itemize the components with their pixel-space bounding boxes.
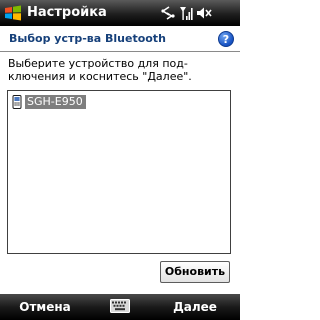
screen: Настройка Выбор устр-ва Bluetooth ? Выбе… — [0, 0, 240, 320]
page-header: Выбор устр-ва Bluetooth ? — [0, 26, 240, 52]
device-list[interactable]: SGH-E950 — [7, 90, 231, 254]
app-title: Настройка — [27, 5, 107, 20]
phone-icon — [12, 95, 22, 109]
page-title: Выбор устр-ва Bluetooth — [9, 32, 166, 45]
list-item[interactable]: SGH-E950 — [12, 95, 86, 109]
signal-strength-icon[interactable] — [179, 5, 193, 21]
volume-muted-icon[interactable] — [196, 5, 212, 21]
next-softkey[interactable]: Далее — [150, 294, 240, 320]
refresh-button[interactable]: Обновить — [160, 261, 230, 283]
cancel-softkey[interactable]: Отмена — [0, 294, 90, 320]
device-name[interactable]: SGH-E950 — [25, 95, 86, 109]
help-icon[interactable]: ? — [218, 31, 234, 47]
windows-start-icon[interactable] — [4, 4, 22, 22]
status-icons — [160, 4, 212, 22]
instruction-text: Выберите устройство для под-ключения и к… — [8, 57, 192, 83]
title-bar: Настройка — [0, 0, 240, 26]
softkey-bar: Отмена Далее — [0, 294, 240, 320]
header-divider — [0, 51, 240, 52]
connectivity-icon[interactable] — [160, 5, 176, 21]
keyboard-icon[interactable] — [110, 299, 130, 313]
